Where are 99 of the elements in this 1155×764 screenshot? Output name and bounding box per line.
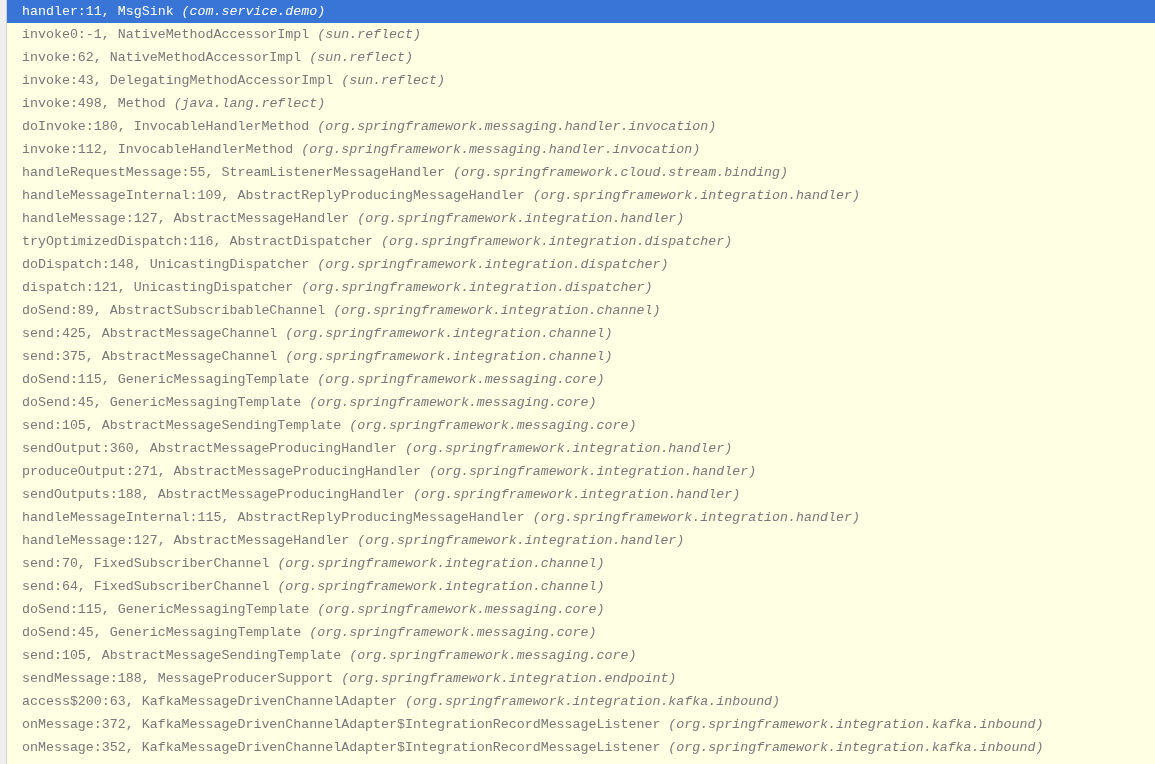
stack-frame-row[interactable]: tryOptimizedDispatch:116, AbstractDispatcher (org.springframework.integration.dispatcher) xyxy=(7,230,1155,253)
frame-package: (org.springframework.integration.dispatcher) xyxy=(301,280,653,295)
frame-location: sendOutputs:188, AbstractMessageProducingHandler xyxy=(22,487,405,502)
stack-frame-row[interactable]: doSend:89, AbstractSubscribableChannel (org.springframework.integration.channel) xyxy=(7,299,1155,322)
stack-frame-row[interactable]: doSend:115, GenericMessagingTemplate (org.springframework.messaging.core) xyxy=(7,598,1155,621)
stack-frame-row[interactable]: send:64, FixedSubscriberChannel (org.springframework.integration.channel) xyxy=(7,575,1155,598)
frame-location: sendOutput:360, AbstractMessageProducingHandler xyxy=(22,441,398,456)
frame-package: (java.lang.reflect) xyxy=(173,96,326,111)
stack-frame-row[interactable]: dispatch:121, UnicastingDispatcher (org.springframework.integration.dispatcher) xyxy=(7,276,1155,299)
frame-package: (org.springframework.integration.kafka.inbound) xyxy=(405,694,781,709)
frame-location: invoke:62, NativeMethodAccessorImpl xyxy=(22,50,302,65)
frame-package: (org.springframework.messaging.core) xyxy=(309,625,597,640)
stack-frame-row[interactable]: sendOutputs:188, AbstractMessageProducingHandler (org.springframework.integration.handler) xyxy=(7,483,1155,506)
frame-package: (org.springframework.integration.channel) xyxy=(277,556,605,571)
frame-package: (org.springframework.integration.kafka.inbound) xyxy=(668,717,1044,732)
frame-location: sendMessage:188, MessageProducerSupport xyxy=(22,671,334,686)
frame-package: (org.springframework.cloud.stream.binding) xyxy=(452,165,789,180)
frame-location: send:64, FixedSubscriberChannel xyxy=(22,579,270,594)
frame-package: (org.springframework.integration.channel) xyxy=(277,579,605,594)
stack-frame-row[interactable]: send:70, FixedSubscriberChannel (org.springframework.integration.channel) xyxy=(7,552,1155,575)
frame-location: handleMessage:127, AbstractMessageHandler xyxy=(22,211,350,226)
frame-location: invoke:43, DelegatingMethodAccessorImpl xyxy=(22,73,334,88)
frame-package: (org.springframework.integration.channel) xyxy=(285,349,613,364)
frame-location: doDispatch:148, UnicastingDispatcher xyxy=(22,257,310,272)
frame-location: doInvoke:180, InvocableHandlerMethod xyxy=(22,119,310,134)
stack-frame-row[interactable]: send:105, AbstractMessageSendingTemplate (org.springframework.messaging.core) xyxy=(7,644,1155,667)
frame-package: (org.springframework.integration.endpoint) xyxy=(341,671,677,686)
frame-location: produceOutput:271, AbstractMessageProducingHandler xyxy=(22,464,421,479)
stack-frame-row[interactable]: invoke0:-1, NativeMethodAccessorImpl (sun.reflect) xyxy=(7,23,1155,46)
frame-package: (org.springframework.messaging.core) xyxy=(309,395,597,410)
frame-package: (org.springframework.integration.kafka.inbound) xyxy=(668,740,1044,755)
frame-location: handler:11, MsgSink xyxy=(22,4,174,19)
frame-location: send:105, AbstractMessageSendingTemplate xyxy=(22,648,342,663)
frame-package: (org.springframework.integration.handler) xyxy=(357,533,685,548)
stack-frame-row[interactable]: produceOutput:271, AbstractMessageProducingHandler (org.springframework.integration.handler) xyxy=(7,460,1155,483)
frame-package: (org.springframework.messaging.handler.invocation) xyxy=(317,119,717,134)
frame-package: (org.springframework.messaging.core) xyxy=(317,602,605,617)
stack-frame-row[interactable]: invoke:43, DelegatingMethodAccessorImpl (sun.reflect) xyxy=(7,69,1155,92)
frame-location: onMessage:372, KafkaMessageDrivenChannelAdapter$IntegrationRecordMessageListener xyxy=(22,717,661,732)
frame-package: (com.service.demo) xyxy=(181,4,326,19)
stack-frame-row[interactable]: handleMessage:127, AbstractMessageHandler (org.springframework.integration.handler) xyxy=(7,207,1155,230)
frame-package: (org.springframework.integration.handler) xyxy=(532,510,860,525)
frame-package: (org.springframework.messaging.core) xyxy=(349,418,637,433)
frame-package: (org.springframework.integration.handler) xyxy=(405,441,733,456)
frame-location: invoke:112, InvocableHandlerMethod xyxy=(22,142,294,157)
stack-frame-row[interactable]: access$200:63, KafkaMessageDrivenChannelAdapter (org.springframework.integration.kafka.inbound) xyxy=(7,690,1155,713)
frame-location: tryOptimizedDispatch:116, AbstractDispatcher xyxy=(22,234,374,249)
stack-frame-row[interactable]: handleRequestMessage:55, StreamListenerMessageHandler (org.springframework.cloud.stream.binding) xyxy=(7,161,1155,184)
frame-package: (org.springframework.messaging.handler.invocation) xyxy=(301,142,701,157)
stack-frame-row[interactable]: doSend:45, GenericMessagingTemplate (org.springframework.messaging.core) xyxy=(7,621,1155,644)
frame-location: doSend:45, GenericMessagingTemplate xyxy=(22,395,302,410)
frame-location: doSend:89, AbstractSubscribableChannel xyxy=(22,303,326,318)
stack-frame-row[interactable]: send:425, AbstractMessageChannel (org.springframework.integration.channel) xyxy=(7,322,1155,345)
frame-package: (org.springframework.integration.handler) xyxy=(532,188,860,203)
stack-frame-row[interactable]: invoke:112, InvocableHandlerMethod (org.springframework.messaging.handler.invocation) xyxy=(7,138,1155,161)
frame-location: access$200:63, KafkaMessageDrivenChannelAdapter xyxy=(22,694,398,709)
stack-frame-row[interactable]: doInvoke:180, InvocableHandlerMethod (org.springframework.messaging.handler.invocation) xyxy=(7,115,1155,138)
stack-frame-row[interactable]: handleMessageInternal:115, AbstractReplyProducingMessageHandler (org.springframework.integration.handler) xyxy=(7,506,1155,529)
frame-package: (org.springframework.integration.dispatcher) xyxy=(381,234,733,249)
stack-frame-row[interactable]: send:375, AbstractMessageChannel (org.springframework.integration.channel) xyxy=(7,345,1155,368)
stack-frame-row[interactable]: onMessage:372, KafkaMessageDrivenChannelAdapter$IntegrationRecordMessageListener (org.springframework.integration.kafka.inbound) xyxy=(7,713,1155,736)
frame-location: send:375, AbstractMessageChannel xyxy=(22,349,278,364)
stack-frame-row[interactable]: send:105, AbstractMessageSendingTemplate (org.springframework.messaging.core) xyxy=(7,414,1155,437)
frame-location: invoke0:-1, NativeMethodAccessorImpl xyxy=(22,27,310,42)
frame-package: (org.springframework.messaging.core) xyxy=(317,372,605,387)
frame-location: send:70, FixedSubscriberChannel xyxy=(22,556,270,571)
frame-location: invoke:498, Method xyxy=(22,96,166,111)
frame-location: handleMessageInternal:109, AbstractReplyProducingMessageHandler xyxy=(22,188,525,203)
frame-location: doSend:115, GenericMessagingTemplate xyxy=(22,372,310,387)
frame-location: handleMessage:127, AbstractMessageHandler xyxy=(22,533,350,548)
stack-frame-row[interactable]: doDispatch:148, UnicastingDispatcher (org.springframework.integration.dispatcher) xyxy=(7,253,1155,276)
stack-frame-row[interactable]: handleMessageInternal:109, AbstractReplyProducingMessageHandler (org.springframework.integration.handler) xyxy=(7,184,1155,207)
frame-location: dispatch:121, UnicastingDispatcher xyxy=(22,280,294,295)
frame-location: send:425, AbstractMessageChannel xyxy=(22,326,278,341)
frame-package: (org.springframework.integration.dispatcher) xyxy=(317,257,669,272)
frame-location: doSend:115, GenericMessagingTemplate xyxy=(22,602,310,617)
stack-frame-row[interactable]: sendMessage:188, MessageProducerSupport (org.springframework.integration.endpoint) xyxy=(7,667,1155,690)
frame-package: (org.springframework.integration.channel) xyxy=(333,303,661,318)
frame-package: (org.springframework.messaging.core) xyxy=(349,648,637,663)
stack-frame-row[interactable]: handleMessage:127, AbstractMessageHandler (org.springframework.integration.handler) xyxy=(7,529,1155,552)
frame-location: doSend:45, GenericMessagingTemplate xyxy=(22,625,302,640)
stack-frame-row[interactable]: invoke:62, NativeMethodAccessorImpl (sun.reflect) xyxy=(7,46,1155,69)
frame-location: handleMessageInternal:115, AbstractReplyProducingMessageHandler xyxy=(22,510,525,525)
frame-package: (org.springframework.integration.handler) xyxy=(357,211,685,226)
frame-location: handleRequestMessage:55, StreamListenerMessageHandler xyxy=(22,165,445,180)
stack-frame-row[interactable]: handler:11, MsgSink (com.service.demo) xyxy=(7,0,1155,23)
stack-frame-row[interactable]: invoke:498, Method (java.lang.reflect) xyxy=(7,92,1155,115)
stack-frame-row[interactable]: doSend:115, GenericMessagingTemplate (org.springframework.messaging.core) xyxy=(7,368,1155,391)
frame-location: send:105, AbstractMessageSendingTemplate xyxy=(22,418,342,433)
frame-package: (org.springframework.integration.handler) xyxy=(413,487,741,502)
stack-frame-row[interactable]: sendOutput:360, AbstractMessageProducingHandler (org.springframework.integration.handler) xyxy=(7,437,1155,460)
frame-package: (sun.reflect) xyxy=(309,50,413,65)
stack-frame-row[interactable]: onMessage:352, KafkaMessageDrivenChannelAdapter$IntegrationRecordMessageListener (org.springframework.integration.kafka.inbound) xyxy=(7,736,1155,759)
frame-location: onMessage:352, KafkaMessageDrivenChannelAdapter$IntegrationRecordMessageListener xyxy=(22,740,661,755)
frame-package: (org.springframework.integration.channel) xyxy=(285,326,613,341)
frame-package: (org.springframework.integration.handler) xyxy=(429,464,757,479)
stack-frame-row[interactable]: doSend:45, GenericMessagingTemplate (org.springframework.messaging.core) xyxy=(7,391,1155,414)
frame-package: (sun.reflect) xyxy=(341,73,445,88)
frame-package: (sun.reflect) xyxy=(317,27,421,42)
